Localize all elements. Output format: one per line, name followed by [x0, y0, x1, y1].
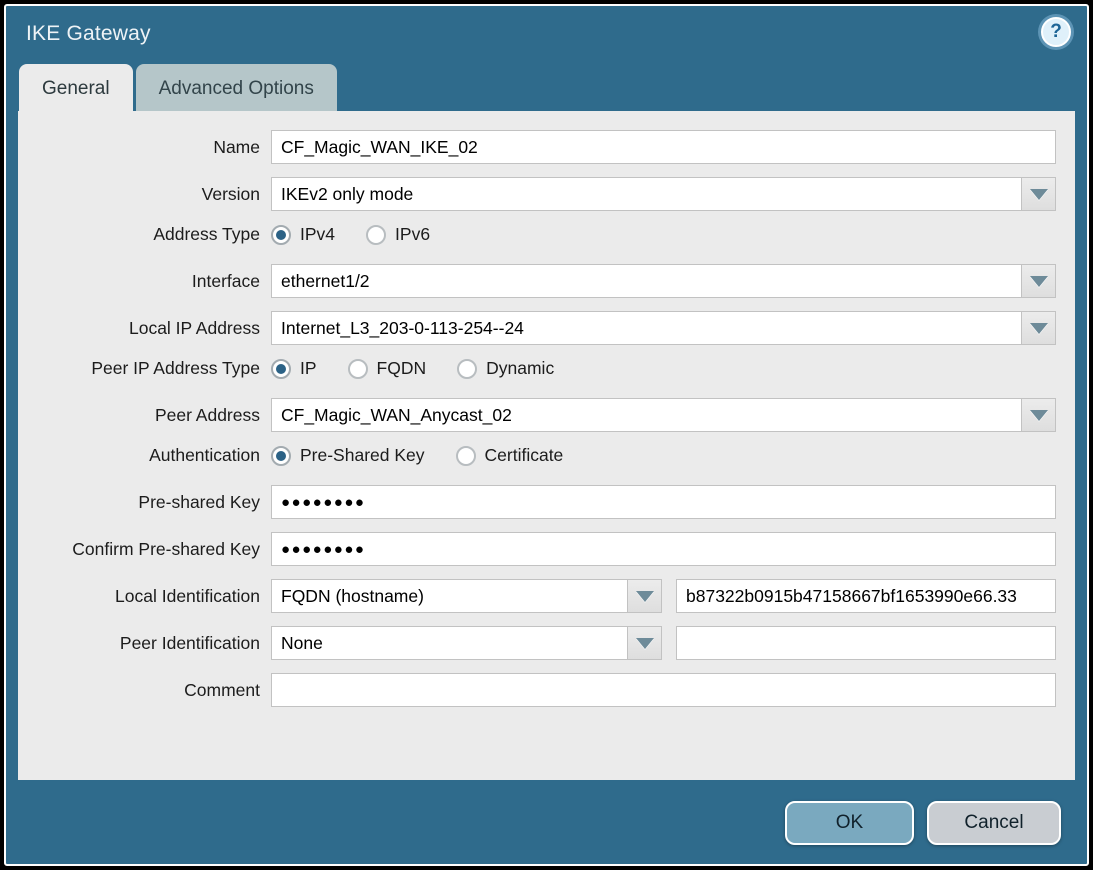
interface-select[interactable]: ethernet1/2 [271, 264, 1022, 298]
address-type-radio-group: IPv4 IPv6 [271, 224, 1056, 245]
peer-ip-type-label: Peer IP Address Type [37, 358, 271, 379]
radio-ipv4[interactable]: IPv4 [271, 224, 335, 245]
form-row-authentication: Authentication Pre-Shared Key Certificat… [37, 445, 1056, 466]
help-icon-glyph: ? [1050, 21, 1062, 43]
authentication-label: Authentication [37, 445, 271, 466]
dialog-title: IKE Gateway [26, 22, 151, 46]
confirm-preshared-key-label: Confirm Pre-shared Key [37, 539, 271, 560]
form-row-name: Name CF_Magic_WAN_IKE_02 [37, 130, 1056, 164]
form-row-peer-address: Peer Address CF_Magic_WAN_Anycast_02 [37, 398, 1056, 432]
form-row-confirm-preshared-key: Confirm Pre-shared Key ●●●●●●●● [37, 532, 1056, 566]
local-ip-dropdown-button[interactable] [1022, 311, 1056, 345]
interface-label: Interface [37, 271, 271, 292]
help-icon[interactable]: ? [1041, 17, 1071, 47]
title-bar: IKE Gateway ? [6, 6, 1087, 62]
radio-certificate[interactable]: Certificate [456, 445, 564, 466]
interface-dropdown-button[interactable] [1022, 264, 1056, 298]
authentication-radio-group: Pre-Shared Key Certificate [271, 445, 1056, 466]
form-row-version: Version IKEv2 only mode [37, 177, 1056, 211]
version-select[interactable]: IKEv2 only mode [271, 177, 1022, 211]
peer-identification-value-input[interactable] [676, 626, 1056, 660]
local-ip-select[interactable]: Internet_L3_203-0-113-254--24 [271, 311, 1022, 345]
form-row-comment: Comment [37, 673, 1056, 707]
version-label: Version [37, 184, 271, 205]
form-row-local-identification: Local Identification FQDN (hostname) b87… [37, 579, 1056, 613]
preshared-key-input[interactable]: ●●●●●●●● [271, 485, 1056, 519]
radio-preshared-key-control[interactable] [271, 446, 291, 466]
local-identification-label: Local Identification [37, 586, 271, 607]
radio-peer-dynamic[interactable]: Dynamic [457, 358, 554, 379]
radio-preshared-key[interactable]: Pre-Shared Key [271, 445, 425, 466]
form-row-address-type: Address Type IPv4 IPv6 [37, 224, 1056, 245]
peer-address-dropdown-button[interactable] [1022, 398, 1056, 432]
comment-input[interactable] [271, 673, 1056, 707]
ike-gateway-dialog: IKE Gateway ? General Advanced Options N… [4, 4, 1089, 866]
preshared-key-label: Pre-shared Key [37, 492, 271, 513]
dropdown-arrow-icon [1030, 276, 1048, 287]
form-row-peer-ip-type: Peer IP Address Type IP FQDN Dynamic [37, 358, 1056, 379]
tab-bar: General Advanced Options [6, 62, 1087, 111]
general-tab-panel: Name CF_Magic_WAN_IKE_02 Version IKEv2 o… [18, 111, 1075, 780]
radio-peer-ip[interactable]: IP [271, 358, 317, 379]
dropdown-arrow-icon [636, 591, 654, 602]
name-label: Name [37, 137, 271, 158]
radio-peer-ip-control[interactable] [271, 359, 291, 379]
peer-ip-type-radio-group: IP FQDN Dynamic [271, 358, 1056, 379]
version-dropdown-button[interactable] [1022, 177, 1056, 211]
local-ip-label: Local IP Address [37, 318, 271, 339]
peer-identification-label: Peer Identification [37, 633, 271, 654]
radio-ipv6[interactable]: IPv6 [366, 224, 430, 245]
dropdown-arrow-icon [1030, 189, 1048, 200]
radio-peer-fqdn-control[interactable] [348, 359, 368, 379]
peer-address-label: Peer Address [37, 405, 271, 426]
dropdown-arrow-icon [636, 638, 654, 649]
peer-identification-dropdown-button[interactable] [628, 626, 662, 660]
comment-label: Comment [37, 680, 271, 701]
confirm-preshared-key-input[interactable]: ●●●●●●●● [271, 532, 1056, 566]
peer-identification-type-select[interactable]: None [271, 626, 628, 660]
form-row-peer-identification: Peer Identification None [37, 626, 1056, 660]
radio-peer-dynamic-control[interactable] [457, 359, 477, 379]
form-row-preshared-key: Pre-shared Key ●●●●●●●● [37, 485, 1056, 519]
address-type-label: Address Type [37, 224, 271, 245]
local-identification-value-input[interactable]: b87322b0915b47158667bf1653990e66.33 [676, 579, 1056, 613]
name-input[interactable]: CF_Magic_WAN_IKE_02 [271, 130, 1056, 164]
radio-ipv4-control[interactable] [271, 225, 291, 245]
cancel-button[interactable]: Cancel [927, 801, 1061, 845]
peer-address-select[interactable]: CF_Magic_WAN_Anycast_02 [271, 398, 1022, 432]
dropdown-arrow-icon [1030, 323, 1048, 334]
local-identification-dropdown-button[interactable] [628, 579, 662, 613]
form-row-local-ip: Local IP Address Internet_L3_203-0-113-2… [37, 311, 1056, 345]
tab-advanced-options[interactable]: Advanced Options [136, 64, 337, 111]
radio-peer-fqdn[interactable]: FQDN [348, 358, 427, 379]
dropdown-arrow-icon [1030, 410, 1048, 421]
ok-button[interactable]: OK [785, 801, 914, 845]
local-identification-type-select[interactable]: FQDN (hostname) [271, 579, 628, 613]
radio-certificate-control[interactable] [456, 446, 476, 466]
tab-general[interactable]: General [19, 64, 133, 111]
form-row-interface: Interface ethernet1/2 [37, 264, 1056, 298]
radio-ipv6-control[interactable] [366, 225, 386, 245]
dialog-footer: OK Cancel [6, 780, 1087, 864]
